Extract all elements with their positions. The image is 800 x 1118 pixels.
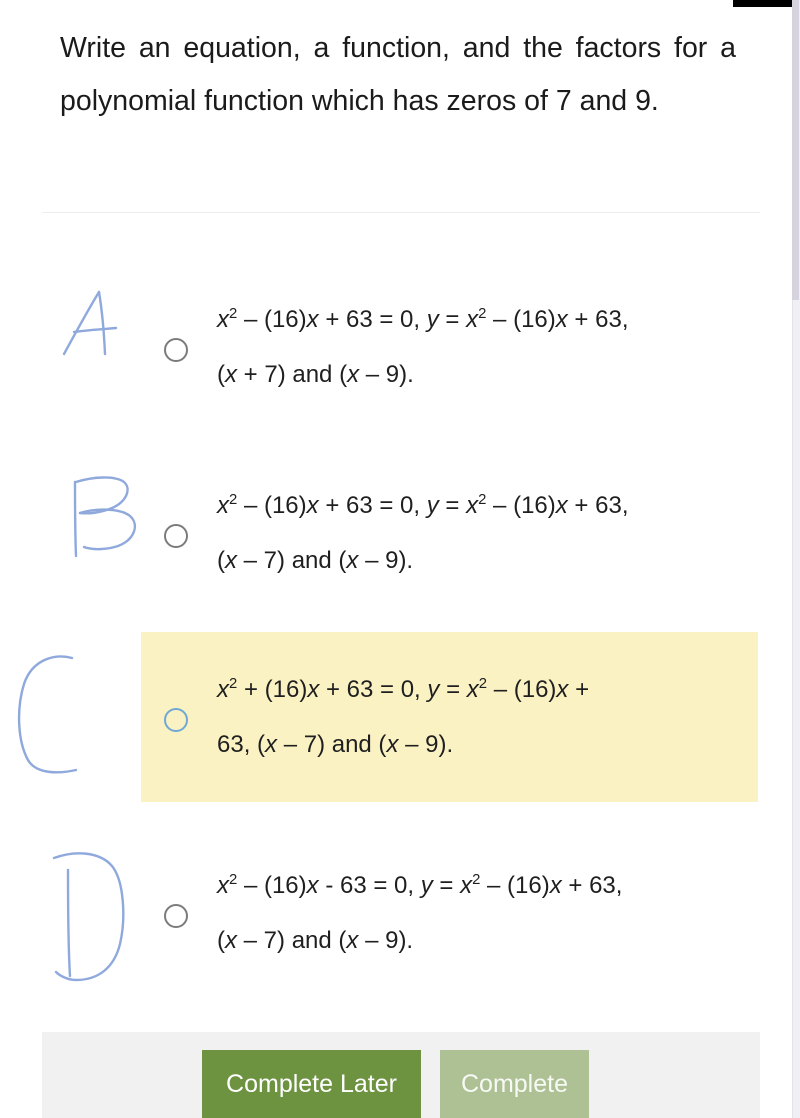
answer-option-c[interactable]: x2 + (16)x + 63 = 0, y = x2 – (16)x + 63,… bbox=[141, 632, 758, 802]
answer-option-b-text: x2 – (16)x + 63 = 0, y = x2 – (16)x + 63… bbox=[217, 478, 758, 588]
radio-button-c[interactable] bbox=[164, 708, 188, 732]
handwritten-annotation-d bbox=[46, 848, 136, 988]
handwritten-annotation-a bbox=[58, 288, 138, 358]
answer-option-b[interactable]: x2 – (16)x + 63 = 0, y = x2 – (16)x + 63… bbox=[141, 472, 758, 588]
handwritten-annotation-b bbox=[62, 472, 152, 562]
option-line-1: x2 – (16)x + 63 = 0, y = x2 – (16)x + 63… bbox=[217, 306, 629, 333]
option-line-2: (x + 7) and (x – 9). bbox=[217, 361, 414, 388]
answer-option-a[interactable]: x2 – (16)x + 63 = 0, y = x2 – (16)x + 63… bbox=[141, 286, 758, 402]
top-black-bar bbox=[733, 0, 793, 7]
complete-later-button[interactable]: Complete Later bbox=[202, 1050, 421, 1118]
question-page: Write an equation, a function, and the f… bbox=[0, 0, 800, 1118]
question-stem: Write an equation, a function, and the f… bbox=[60, 32, 736, 117]
option-line-1: x2 + (16)x + 63 = 0, y = x2 – (16)x + bbox=[217, 676, 590, 703]
question-divider bbox=[42, 212, 760, 213]
radio-button-d[interactable] bbox=[164, 904, 188, 928]
complete-button[interactable]: Complete bbox=[440, 1050, 589, 1118]
vertical-scrollbar-track[interactable] bbox=[792, 0, 800, 1118]
answer-option-a-text: x2 – (16)x + 63 = 0, y = x2 – (16)x + 63… bbox=[217, 292, 758, 402]
handwritten-annotation-c bbox=[10, 650, 90, 790]
option-line-1: x2 – (16)x - 63 = 0, y = x2 – (16)x + 63… bbox=[217, 872, 623, 899]
vertical-scrollbar-thumb[interactable] bbox=[792, 0, 799, 300]
answer-option-c-text: x2 + (16)x + 63 = 0, y = x2 – (16)x + 63,… bbox=[217, 662, 762, 772]
radio-button-b[interactable] bbox=[164, 524, 188, 548]
option-line-1: x2 – (16)x + 63 = 0, y = x2 – (16)x + 63… bbox=[217, 492, 629, 519]
answer-option-d-text: x2 – (16)x - 63 = 0, y = x2 – (16)x + 63… bbox=[217, 858, 758, 968]
answer-option-d[interactable]: x2 – (16)x - 63 = 0, y = x2 – (16)x + 63… bbox=[141, 852, 758, 968]
radio-button-a[interactable] bbox=[164, 338, 188, 362]
option-line-2: 63, (x – 7) and (x – 9). bbox=[217, 731, 454, 758]
option-line-2: (x – 7) and (x – 9). bbox=[217, 547, 414, 574]
option-line-2: (x – 7) and (x – 9). bbox=[217, 927, 414, 954]
